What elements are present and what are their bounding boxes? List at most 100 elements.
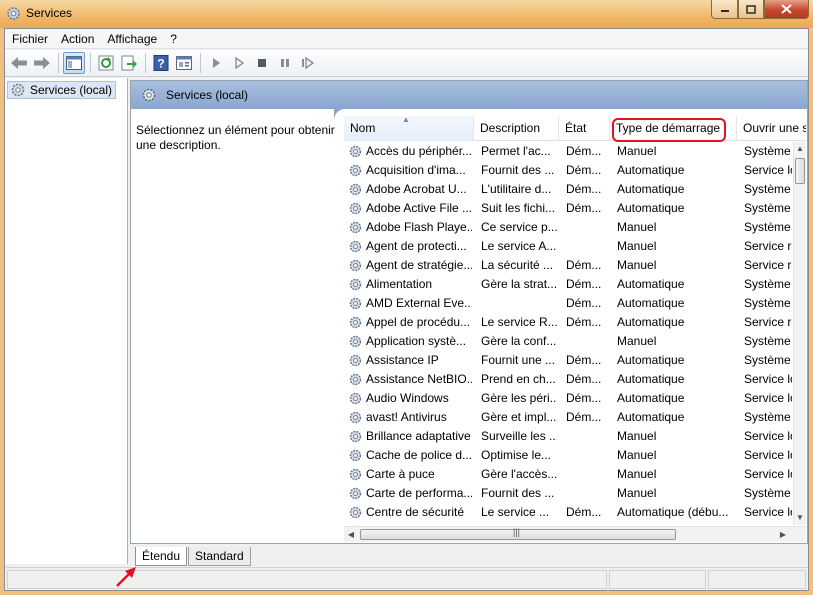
- menu-affichage[interactable]: Affichage: [100, 29, 163, 49]
- service-row[interactable]: Adobe Active File ... Suit les fichi... Dé…: [344, 199, 792, 218]
- service-name: Assistance NetBIO...: [366, 372, 472, 386]
- minimize-icon: [720, 10, 729, 12]
- service-row[interactable]: Alimentation Gère la strat... Dém... Automa…: [344, 275, 792, 294]
- service-row[interactable]: Accès du périphér... Permet l'ac... Dém...…: [344, 142, 792, 161]
- service-description: Le service R...: [481, 315, 557, 329]
- service-startup-type: Automatique: [617, 372, 685, 386]
- service-startup-type: Manuel: [617, 467, 657, 481]
- service-row[interactable]: Adobe Acrobat U... L'utilitaire d... Dém..…: [344, 180, 792, 199]
- vertical-scrollbar[interactable]: ▲ ▼: [793, 142, 806, 525]
- tree-item-services-local[interactable]: Services (local): [7, 81, 117, 99]
- service-row[interactable]: Adobe Flash Playe... Ce service p... Manue…: [344, 218, 792, 237]
- tab-standard[interactable]: Standard: [188, 547, 251, 566]
- column-header-logon[interactable]: Ouvrir une session en tant que: [737, 116, 806, 141]
- service-row[interactable]: AMD External Eve... Dém... Automatique Syst…: [344, 294, 792, 313]
- console-tree-pane: Services (local): [5, 78, 128, 564]
- vertical-scroll-thumb[interactable]: [795, 158, 805, 184]
- pause-service-button[interactable]: [274, 52, 296, 74]
- service-row[interactable]: Agent de stratégie... La sécurité ... Dém.…: [344, 256, 792, 275]
- column-header-row: ▲ Nom Description État Type de démarrage…: [344, 116, 806, 142]
- menu-action[interactable]: Action: [54, 29, 100, 49]
- service-logon: Service local: [744, 163, 792, 177]
- service-state: [566, 237, 606, 256]
- service-name: Audio Windows: [366, 391, 449, 405]
- export-list-button[interactable]: [118, 52, 140, 74]
- service-state: [566, 332, 606, 351]
- service-row[interactable]: Agent de protecti... Le service A... Manue…: [344, 237, 792, 256]
- tree-item-label: Services (local): [30, 83, 113, 97]
- back-button[interactable]: [8, 52, 30, 74]
- service-logon: Service local: [744, 391, 792, 405]
- service-state: Dém...: [566, 505, 602, 519]
- service-logon: Système local: [744, 486, 792, 500]
- service-row[interactable]: Acquisition d'ima... Fournit des ... Dém..…: [344, 161, 792, 180]
- tab-extended[interactable]: Étendu: [135, 547, 188, 566]
- service-state: Dém...: [566, 182, 602, 196]
- start-service-button[interactable]: [205, 52, 227, 74]
- service-row[interactable]: Application systè... Gère la conf... Manue…: [344, 332, 792, 351]
- column-header-name[interactable]: ▲ Nom: [344, 116, 474, 141]
- service-logon: Système local: [744, 201, 792, 215]
- service-description: Optimise le...: [481, 448, 552, 462]
- scroll-up-icon[interactable]: ▲: [794, 142, 806, 156]
- service-name: Carte à puce: [366, 467, 435, 481]
- start-alt-button[interactable]: [228, 52, 250, 74]
- column-header-state[interactable]: État: [559, 116, 610, 141]
- stop-service-button[interactable]: [251, 52, 273, 74]
- status-cell: [7, 570, 607, 589]
- service-startup-type: Manuel: [617, 334, 657, 348]
- service-gear-icon: [348, 201, 363, 216]
- column-header-description[interactable]: Description: [474, 116, 559, 141]
- service-row[interactable]: Carte à puce Gère l'accès... Manuel Service…: [344, 465, 792, 484]
- service-row[interactable]: Carte de performa... Fournit des ... Manue…: [344, 484, 792, 503]
- service-logon: Système local: [744, 334, 792, 348]
- refresh-button[interactable]: [95, 52, 117, 74]
- menu-help[interactable]: ?: [163, 29, 183, 49]
- service-description: Suit les fichi...: [481, 201, 556, 215]
- service-row[interactable]: Appel de procédu... Le service R... Dém...…: [344, 313, 792, 332]
- show-console-tree-button[interactable]: [63, 52, 85, 74]
- menu-fichier[interactable]: Fichier: [5, 29, 54, 49]
- service-row[interactable]: Audio Windows Gère les péri... Dém... Autom…: [344, 389, 792, 408]
- service-startup-type: Automatique: [617, 163, 685, 177]
- start-service-icon: [213, 58, 220, 68]
- window-client-area: Fichier Action Affichage ? ? Services (l…: [4, 28, 809, 591]
- restart-service-button[interactable]: [297, 52, 319, 74]
- service-name: Cache de police d...: [366, 448, 472, 462]
- service-row[interactable]: Assistance IP Fournit une ... Dém... Automa…: [344, 351, 792, 370]
- minimize-button[interactable]: [711, 0, 738, 19]
- service-row[interactable]: Cache de police d... Optimise le... Manuel…: [344, 446, 792, 465]
- svg-text:?: ?: [157, 57, 164, 71]
- scroll-down-icon[interactable]: ▼: [794, 511, 806, 525]
- help-button[interactable]: ?: [150, 52, 172, 74]
- close-button[interactable]: [764, 0, 809, 19]
- menu-bar: Fichier Action Affichage ?: [5, 29, 808, 49]
- service-name: AMD External Eve...: [366, 296, 472, 310]
- service-logon: Service réseau: [744, 315, 792, 329]
- service-row[interactable]: Centre de sécurité Le service ... Dém... Au…: [344, 503, 792, 522]
- scroll-right-icon[interactable]: ▶: [776, 527, 790, 542]
- service-description: Prend en ch...: [481, 372, 556, 386]
- service-row[interactable]: Brillance adaptative Surveille les ... Man…: [344, 427, 792, 446]
- scroll-left-icon[interactable]: ◀: [344, 527, 358, 542]
- forward-button[interactable]: [31, 52, 53, 74]
- service-state: Dém...: [566, 372, 602, 386]
- service-state: [566, 218, 606, 237]
- maximize-icon: [746, 4, 756, 14]
- service-row[interactable]: Assistance NetBIO... Prend en ch... Dém...…: [344, 370, 792, 389]
- service-startup-type: Automatique: [617, 410, 685, 424]
- service-description: Surveille les ...: [481, 429, 557, 443]
- maximize-button[interactable]: [738, 0, 764, 19]
- service-description: Le service ...: [481, 505, 550, 519]
- back-arrow-icon: [11, 57, 27, 69]
- service-row[interactable]: avast! Antivirus Gère et impl... Dém... Aut…: [344, 408, 792, 427]
- service-logon: Système local: [744, 144, 792, 158]
- properties-button[interactable]: [173, 52, 195, 74]
- horizontal-scrollbar[interactable]: ◀ ||| ▶: [344, 526, 806, 542]
- horizontal-scroll-thumb[interactable]: |||: [360, 527, 676, 540]
- service-description: Permet l'ac...: [481, 144, 551, 158]
- service-state: [566, 484, 606, 503]
- start-alt-icon: [235, 57, 245, 69]
- service-gear-icon: [348, 467, 363, 482]
- service-startup-type: Manuel: [617, 448, 657, 462]
